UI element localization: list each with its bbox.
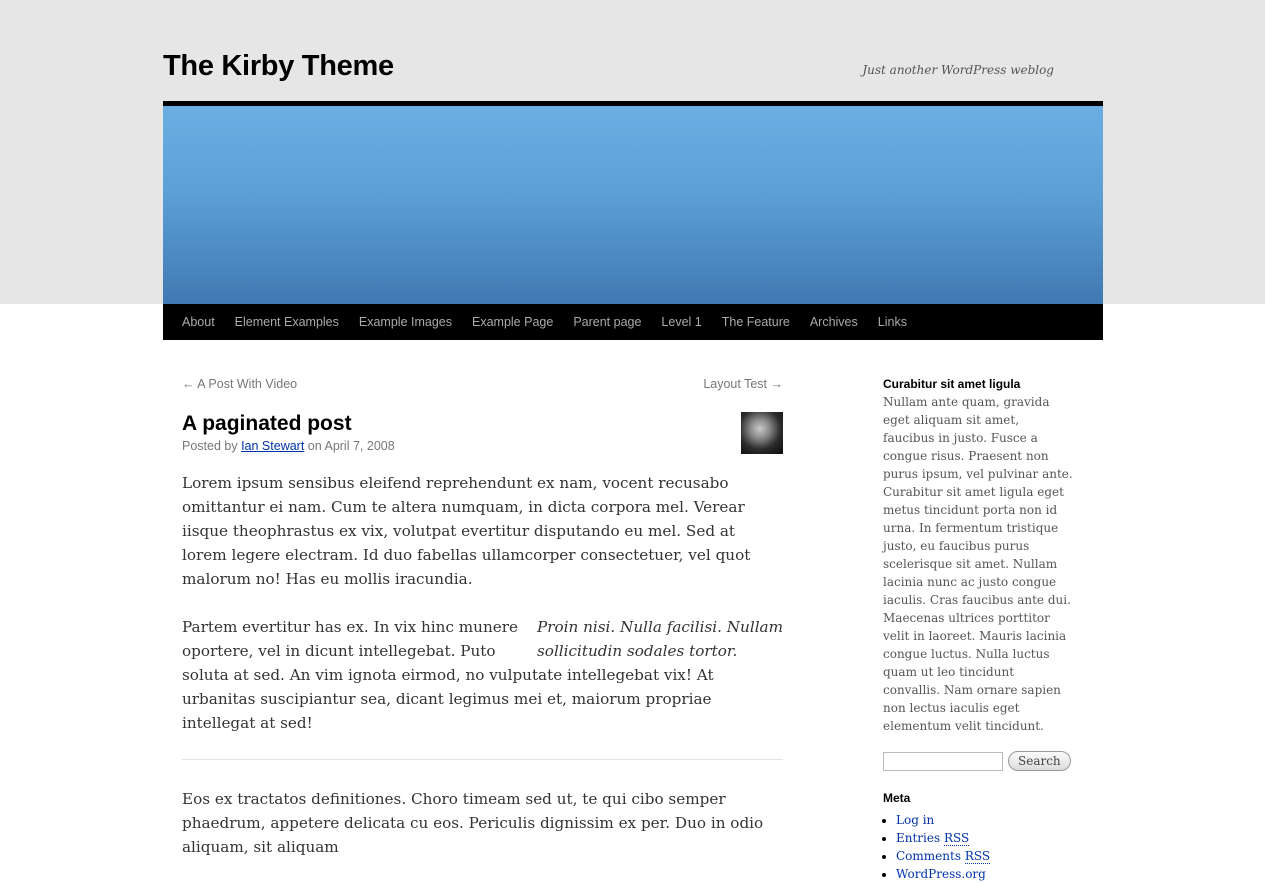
- search-button[interactable]: Search: [1008, 751, 1071, 771]
- entries-label: Entries: [896, 831, 941, 845]
- nav-item-archives[interactable]: Archives: [810, 315, 858, 329]
- author-avatar: [741, 412, 783, 454]
- site-title[interactable]: The Kirby Theme: [163, 48, 394, 84]
- site-description: Just another WordPress weblog: [862, 63, 1054, 77]
- meta-item-wordpress: WordPress.org: [896, 865, 1073, 883]
- post-meta: Posted by Ian Stewart on April 7, 2008: [182, 439, 783, 453]
- post-content: Lorem ipsum sensibus eleifend reprehendu…: [182, 471, 783, 859]
- nav-item-example-page[interactable]: Example Page: [472, 315, 553, 329]
- nav-item-about[interactable]: About: [182, 315, 215, 329]
- nav-item-the-feature[interactable]: The Feature: [722, 315, 790, 329]
- comments-label: Comments: [896, 849, 961, 863]
- meta-title: Meta: [883, 791, 911, 805]
- meta-prefix: Posted by: [182, 439, 242, 453]
- main-content: ← A Post With Video Layout Test → A pagi…: [182, 370, 783, 883]
- meta-item-login: Log in: [896, 811, 1073, 829]
- nav-item-parent-page[interactable]: Parent page: [573, 315, 641, 329]
- search-input[interactable]: [883, 751, 1003, 771]
- pullquote: Proin nisi. Nulla facilisi. Nullam solli…: [537, 618, 784, 660]
- widget-text: Nullam ante quam, gravida eget aliquam s…: [883, 395, 1073, 733]
- nav-item-links[interactable]: Links: [878, 315, 907, 329]
- post-date: April 7, 2008: [324, 439, 395, 453]
- meta-item-entries-rss: Entries RSS: [896, 829, 1073, 847]
- meta-item-comments-rss: Comments RSS: [896, 847, 1073, 865]
- post-title[interactable]: A paginated post: [182, 411, 783, 437]
- search-form: Search: [883, 751, 1073, 771]
- paragraph-1: Lorem ipsum sensibus eleifend reprehendu…: [182, 474, 751, 588]
- next-post-link[interactable]: Layout Test →: [703, 377, 783, 391]
- post-navigation: ← A Post With Video Layout Test →: [182, 370, 783, 396]
- meta-list: Log in Entries RSS Comments RSS WordPres…: [883, 811, 1073, 883]
- previous-post-link[interactable]: ← A Post With Video: [182, 377, 297, 391]
- main-navigation: About Element Examples Example Images Ex…: [163, 304, 1103, 340]
- comments-rss-link[interactable]: Comments RSS: [896, 849, 991, 864]
- meta-on: on: [304, 439, 325, 453]
- author-link[interactable]: Ian Stewart: [241, 439, 304, 453]
- wordpress-link[interactable]: WordPress.org: [896, 867, 986, 881]
- nav-item-level-1[interactable]: Level 1: [661, 315, 701, 329]
- rss-abbr: RSS: [964, 849, 991, 864]
- header-image: [163, 106, 1103, 304]
- widget-title: Curabitur sit amet ligula: [883, 377, 1021, 391]
- sidebar: Curabitur sit amet ligula Nullam ante qu…: [883, 370, 1073, 883]
- page-divider: [182, 759, 783, 760]
- paragraph-3: Eos ex tractatos definitiones. Choro tim…: [182, 790, 764, 856]
- rss-abbr: RSS: [943, 831, 970, 846]
- entries-rss-link[interactable]: Entries RSS: [896, 831, 970, 846]
- nav-item-element-examples[interactable]: Element Examples: [235, 315, 339, 329]
- nav-item-example-images[interactable]: Example Images: [359, 315, 452, 329]
